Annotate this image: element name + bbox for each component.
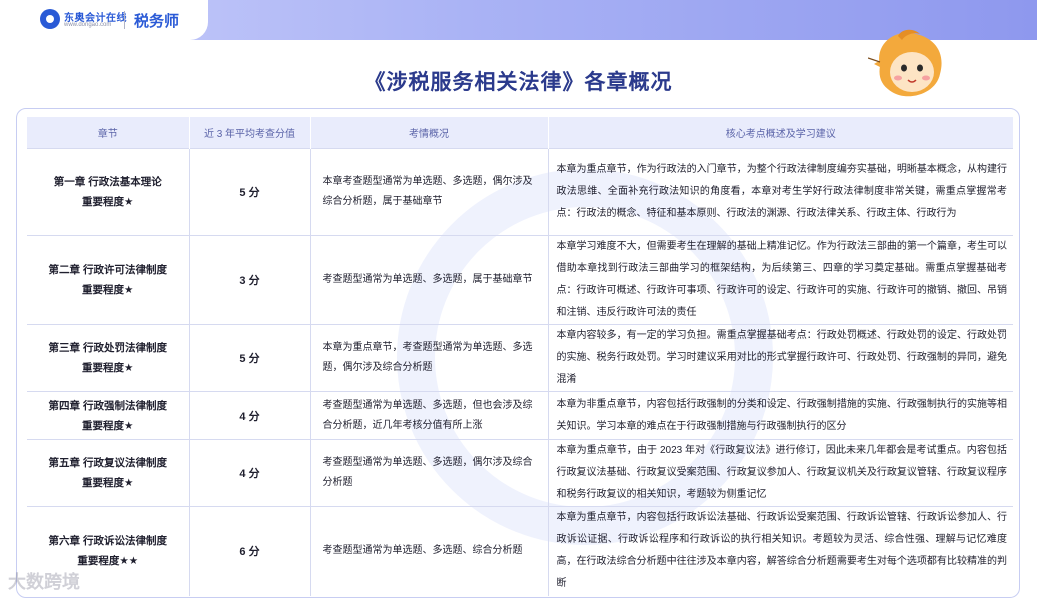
column-header-advice: 核心考点概述及学习建议 bbox=[548, 117, 1013, 149]
advice-cell: 本章为重点章节，内容包括行政诉讼法基础、行政诉讼受案范围、行政诉讼管辖、行政诉讼… bbox=[548, 506, 1013, 596]
table-row: 第一章 行政法基本理论 重要程度★ 5 分 本章考查题型通常为单选题、多选题，偶… bbox=[27, 148, 1013, 236]
brand-logo[interactable]: 东奥会计在线 www.dongao.com 税务师 bbox=[0, 0, 208, 40]
importance-level: 重要程度★ bbox=[82, 419, 134, 432]
overview-cell: 考查题型通常为单选题、多选题，属于基础章节 bbox=[310, 235, 549, 325]
dongao-logo-icon bbox=[40, 9, 60, 29]
chapter-name: 第四章 行政强制法律制度 bbox=[48, 399, 167, 412]
overview-cell: 考查题型通常为单选题、多选题，但也会涉及综合分析题，近几年考核分值有所上涨 bbox=[310, 391, 549, 440]
chapter-cell: 第三章 行政处罚法律制度 重要程度★ bbox=[27, 324, 190, 392]
importance-level: 重要程度★ bbox=[82, 362, 134, 374]
score-cell: 4 分 bbox=[189, 391, 311, 440]
chapter-name: 第五章 行政复议法律制度 bbox=[48, 457, 167, 469]
score-cell: 5 分 bbox=[189, 148, 311, 236]
score-cell: 4 分 bbox=[189, 439, 311, 507]
overview-cell: 本章考查题型通常为单选题、多选题，偶尔涉及综合分析题，属于基础章节 bbox=[310, 148, 549, 236]
chapter-name: 第三章 行政处罚法律制度 bbox=[48, 342, 167, 354]
column-header-chapter: 章节 bbox=[27, 117, 190, 149]
score-cell: 3 分 bbox=[189, 235, 311, 325]
subject-label: 税务师 bbox=[134, 13, 180, 30]
chapter-cell: 第五章 行政复议法律制度 重要程度★ bbox=[27, 439, 190, 507]
advice-cell: 本章学习难度不大，但需要考生在理解的基础上精准记忆。作为行政法三部曲的第一个篇章… bbox=[548, 235, 1013, 325]
overview-cell: 考查题型通常为单选题、多选题，偶尔涉及综合分析题 bbox=[310, 439, 549, 507]
table-row: 第五章 行政复议法律制度 重要程度★ 4 分 考查题型通常为单选题、多选题，偶尔… bbox=[27, 439, 1013, 507]
importance-level: 重要程度★ bbox=[82, 284, 134, 296]
chapter-cell: 第一章 行政法基本理论 重要程度★ bbox=[27, 148, 190, 236]
watermark: 大数跨境 bbox=[8, 572, 80, 592]
chapter-name: 第二章 行政许可法律制度 bbox=[48, 264, 167, 276]
logo-url: www.dongao.com bbox=[64, 22, 112, 28]
table-row: 第六章 行政诉讼法律制度 重要程度★★ 6 分 考查题型通常为单选题、多选题、综… bbox=[27, 506, 1013, 596]
importance-level: 重要程度★ bbox=[82, 196, 134, 208]
overview-cell: 本章为重点章节，考查题型通常为单选题、多选题，偶尔涉及综合分析题 bbox=[310, 324, 549, 392]
chapter-overview-card: 章节 近 3 年平均考查分值 考情概况 核心考点概述及学习建议 第一章 行政法基… bbox=[16, 108, 1020, 598]
column-header-overview: 考情概况 bbox=[310, 117, 549, 149]
table-header-row: 章节 近 3 年平均考查分值 考情概况 核心考点概述及学习建议 bbox=[27, 117, 1013, 149]
overview-cell: 考查题型通常为单选题、多选题、综合分析题 bbox=[310, 506, 549, 596]
advice-cell: 本章为重点章节，作为行政法的入门章节，为整个行政法律制度编夯实基础，明晰基本概念… bbox=[548, 148, 1013, 236]
chapter-cell: 第二章 行政许可法律制度 重要程度★ bbox=[27, 235, 190, 325]
importance-level: 重要程度★ bbox=[82, 477, 134, 489]
table-row: 第二章 行政许可法律制度 重要程度★ 3 分 考查题型通常为单选题、多选题，属于… bbox=[27, 235, 1013, 325]
column-header-score: 近 3 年平均考查分值 bbox=[189, 117, 311, 149]
chapter-cell: 第四章 行政强制法律制度 重要程度★ bbox=[27, 391, 190, 440]
logo-divider bbox=[124, 11, 125, 29]
advice-cell: 本章为重点章节，由于 2023 年对《行政复议法》进行修订，因此未来几年都会是考… bbox=[548, 439, 1013, 507]
mascot-icon bbox=[868, 29, 942, 97]
advice-cell: 本章内容较多，有一定的学习负担。需重点掌握基础考点：行政处罚概述、行政处罚的设定… bbox=[548, 324, 1013, 392]
score-cell: 6 分 bbox=[189, 506, 311, 596]
chapter-name: 第一章 行政法基本理论 bbox=[53, 176, 162, 188]
table-row: 第四章 行政强制法律制度 重要程度★ 4 分 考查题型通常为单选题、多选题，但也… bbox=[27, 391, 1013, 440]
chapter-name: 第六章 行政诉讼法律制度 bbox=[48, 535, 167, 548]
advice-cell: 本章为非重点章节，内容包括行政强制的分类和设定、行政强制措施的实施、行政强制执行… bbox=[548, 391, 1013, 440]
table-row: 第三章 行政处罚法律制度 重要程度★ 5 分 本章为重点章节，考查题型通常为单选… bbox=[27, 324, 1013, 392]
chapter-table: 章节 近 3 年平均考查分值 考情概况 核心考点概述及学习建议 第一章 行政法基… bbox=[27, 117, 1013, 596]
score-cell: 5 分 bbox=[189, 324, 311, 392]
